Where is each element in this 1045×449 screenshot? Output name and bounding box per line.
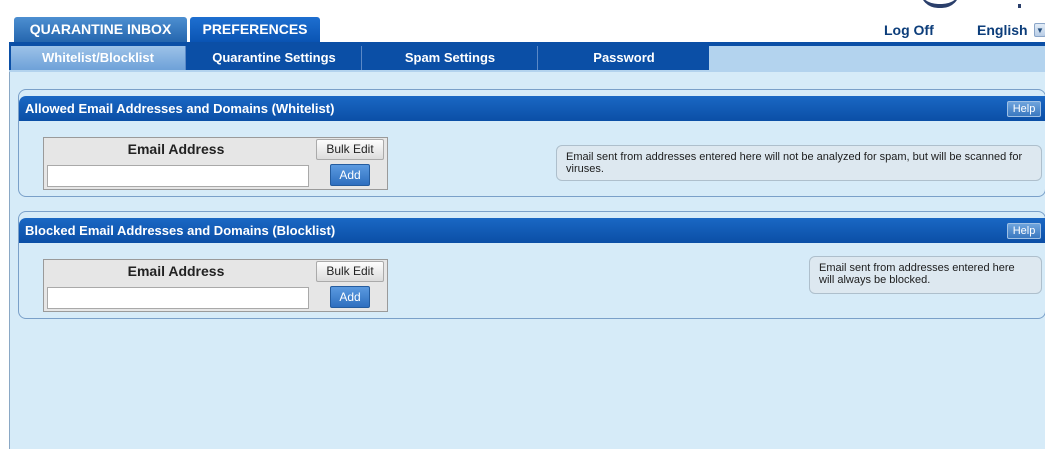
whitelist-email-input[interactable] xyxy=(47,165,309,187)
log-off-link[interactable]: Log Off xyxy=(884,22,934,38)
blocklist-info-box: Email sent from addresses entered here w… xyxy=(809,256,1042,294)
whitelist-bulk-edit-button[interactable]: Bulk Edit xyxy=(316,139,384,160)
chevron-down-icon[interactable]: ▼ xyxy=(1034,23,1045,37)
whitelist-header: Allowed Email Addresses and Domains (Whi… xyxy=(19,96,1045,121)
top-bar: QUARANTINE INBOX PREFERENCES Log Off Eng… xyxy=(0,0,1045,42)
blocklist-help-button[interactable]: Help xyxy=(1007,223,1041,239)
blocklist-bulk-edit-button[interactable]: Bulk Edit xyxy=(316,261,384,282)
whitelist-column-header: Email Address xyxy=(127,141,225,157)
whitelist-add-button[interactable]: Add xyxy=(330,164,370,186)
whitelist-panel: Allowed Email Addresses and Domains (Whi… xyxy=(18,89,1045,197)
brand-logo-fragment xyxy=(920,0,960,8)
blocklist-add-button[interactable]: Add xyxy=(330,286,370,308)
tab-quarantine-inbox[interactable]: QUARANTINE INBOX xyxy=(14,17,187,42)
whitelist-title: Allowed Email Addresses and Domains (Whi… xyxy=(25,101,335,116)
tab-quarantine-settings[interactable]: Quarantine Settings xyxy=(187,46,362,70)
tab-spam-settings[interactable]: Spam Settings xyxy=(363,46,538,70)
whitelist-info-box: Email sent from addresses entered here w… xyxy=(556,145,1042,181)
blocklist-panel: Blocked Email Addresses and Domains (Blo… xyxy=(18,211,1045,319)
sub-navigation: Whitelist/Blocklist Quarantine Settings … xyxy=(9,42,1045,72)
brand-logo-dot xyxy=(1018,4,1021,8)
content-area: Allowed Email Addresses and Domains (Whi… xyxy=(9,72,1045,449)
whitelist-help-button[interactable]: Help xyxy=(1007,101,1041,117)
whitelist-address-table: Email Address Bulk Edit Add xyxy=(43,137,388,190)
language-select[interactable]: English xyxy=(977,22,1028,38)
blocklist-header: Blocked Email Addresses and Domains (Blo… xyxy=(19,218,1045,243)
tab-password[interactable]: Password xyxy=(539,46,709,70)
tab-whitelist-blocklist[interactable]: Whitelist/Blocklist xyxy=(11,46,186,70)
blocklist-title: Blocked Email Addresses and Domains (Blo… xyxy=(25,223,336,238)
blocklist-column-header: Email Address xyxy=(127,263,225,279)
blocklist-email-input[interactable] xyxy=(47,287,309,309)
blocklist-address-table: Email Address Bulk Edit Add xyxy=(43,259,388,312)
tab-preferences[interactable]: PREFERENCES xyxy=(190,17,320,42)
